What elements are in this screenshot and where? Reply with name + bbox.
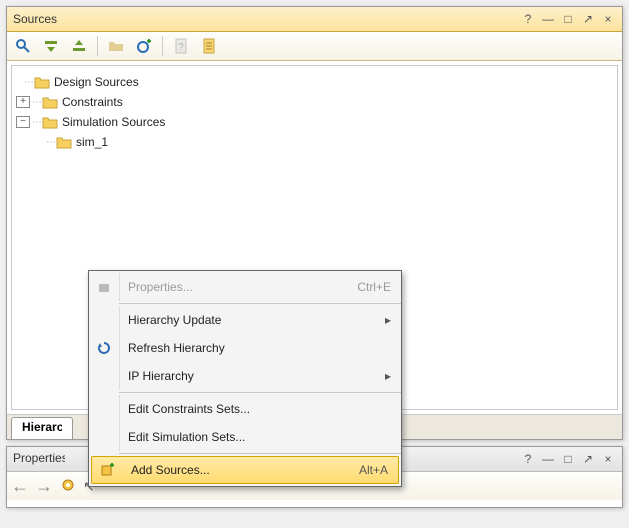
menu-separator — [119, 453, 401, 454]
toolbar-separator — [97, 36, 98, 56]
tree-node-constraints[interactable]: + ⋯ Constraints — [16, 92, 613, 112]
close-icon[interactable]: × — [600, 12, 616, 26]
close-icon[interactable]: × — [600, 452, 616, 466]
back-icon[interactable]: ← — [11, 476, 29, 497]
help-doc-icon[interactable]: ? — [169, 34, 193, 58]
menu-separator — [119, 303, 401, 304]
tree-label: Simulation Sources — [62, 115, 165, 129]
minimize-icon[interactable]: — — [540, 452, 556, 466]
sources-title: Sources — [13, 12, 516, 26]
folder-icon — [42, 115, 58, 129]
open-folder-icon[interactable] — [104, 34, 128, 58]
menu-separator — [119, 392, 401, 393]
menu-item-refresh-hierarchy[interactable]: Refresh Hierarchy — [89, 334, 401, 362]
folder-icon — [56, 135, 72, 149]
menu-item-edit-constraints[interactable]: Edit Constraints Sets... — [89, 395, 401, 423]
folder-icon — [42, 95, 58, 109]
context-menu: Properties... Ctrl+E Hierarchy Update ▸ … — [88, 270, 402, 487]
menu-item-ip-hierarchy[interactable]: IP Hierarchy ▸ — [89, 362, 401, 390]
forward-icon[interactable]: → — [35, 476, 53, 497]
toolbar-separator — [162, 36, 163, 56]
maximize-icon[interactable]: □ — [560, 452, 576, 466]
expand-toggle-icon[interactable]: + — [16, 96, 30, 108]
tree-node-simulation-sources[interactable]: − ⋯ Simulation Sources — [16, 112, 613, 132]
menu-item-properties[interactable]: Properties... Ctrl+E — [89, 273, 401, 301]
expand-all-icon[interactable] — [67, 34, 91, 58]
refresh-icon — [89, 334, 120, 362]
add-sources-icon — [92, 457, 123, 483]
help-icon[interactable]: ? — [520, 12, 536, 26]
popout-icon[interactable]: ↗ — [580, 452, 596, 466]
menu-item-edit-simulation[interactable]: Edit Simulation Sets... — [89, 423, 401, 451]
svg-text:?: ? — [178, 42, 184, 53]
sources-toolbar: ? — [7, 32, 622, 61]
tree-label: Constraints — [62, 95, 123, 109]
submenu-arrow-icon: ▸ — [385, 369, 391, 383]
help-icon[interactable]: ? — [520, 452, 536, 466]
menu-item-add-sources[interactable]: Add Sources... Alt+A — [91, 456, 399, 484]
submenu-arrow-icon: ▸ — [385, 313, 391, 327]
collapse-toggle-icon[interactable]: − — [16, 116, 30, 128]
tree-label: sim_1 — [76, 135, 108, 149]
add-sources-icon[interactable] — [132, 34, 156, 58]
popout-icon[interactable]: ↗ — [580, 12, 596, 26]
search-icon[interactable] — [11, 34, 35, 58]
maximize-icon[interactable]: □ — [560, 12, 576, 26]
sources-titlebar: Sources ? — □ ↗ × — [7, 7, 622, 32]
collapse-all-icon[interactable] — [39, 34, 63, 58]
tab-hierarchy[interactable]: Hierarchy — [11, 417, 73, 439]
properties-icon — [89, 273, 120, 301]
tree-node-design-sources[interactable]: ⋯ Design Sources — [16, 72, 613, 92]
folder-icon — [34, 75, 50, 89]
tree-node-sim1[interactable]: ⋯ sim_1 — [16, 132, 613, 152]
settings-doc-icon[interactable] — [197, 34, 221, 58]
menu-item-hierarchy-update[interactable]: Hierarchy Update ▸ — [89, 306, 401, 334]
tree-label: Design Sources — [54, 75, 139, 89]
minimize-icon[interactable]: — — [540, 12, 556, 26]
gear-icon[interactable] — [59, 476, 77, 497]
